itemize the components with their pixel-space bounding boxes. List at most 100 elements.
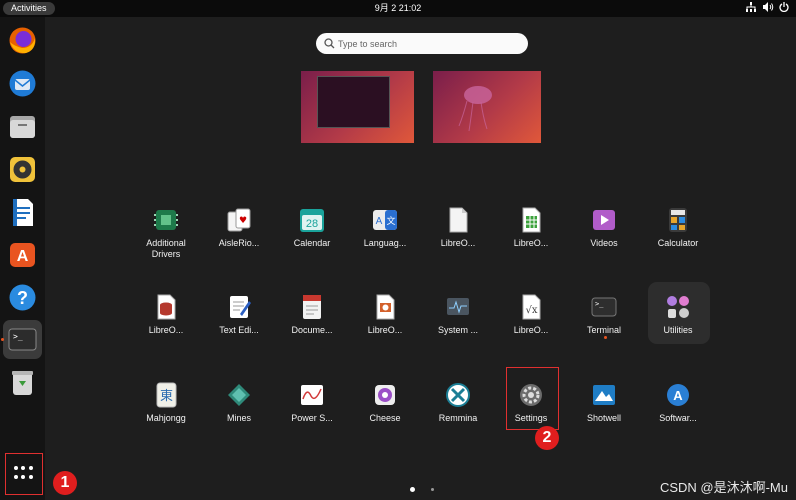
libreoffice-base-icon <box>152 293 180 321</box>
workspace-thumbnail-2[interactable] <box>433 71 541 143</box>
grid-icon <box>14 466 34 482</box>
app-libreo-13[interactable]: √x LibreO... <box>494 283 568 353</box>
app-aislerio-1[interactable]: ♥ AisleRio... <box>202 196 276 266</box>
app-label: LibreO... <box>148 325 184 335</box>
app-calculator-7[interactable]: Calculator <box>641 196 715 266</box>
help-icon[interactable]: ? <box>6 281 39 314</box>
app-label: Mahjongg <box>146 413 186 423</box>
language-icon: A文 <box>371 206 399 234</box>
page-dot-1[interactable] <box>410 487 415 492</box>
app-label: Videos <box>590 238 618 248</box>
calendar-icon: 28 <box>298 206 326 234</box>
app-label: Softwar... <box>659 413 697 423</box>
app-label: AisleRio... <box>218 238 260 248</box>
app-center-icon[interactable]: A <box>6 238 39 271</box>
search-bar[interactable] <box>316 33 528 54</box>
app-languag-3[interactable]: A 文 Languag... <box>348 196 422 266</box>
app-libreo-11[interactable]: LibreO... <box>348 283 422 353</box>
files-icon[interactable] <box>6 110 39 143</box>
app-label: LibreO... <box>367 325 403 335</box>
text-editor-icon <box>225 293 253 321</box>
workspace-thumbnail-1[interactable] <box>301 71 414 143</box>
calculator-icon <box>664 206 692 234</box>
software-icon: A <box>664 381 692 409</box>
top-bar: Activities 9月 2 21:02 <box>0 0 796 17</box>
svg-text:>_: >_ <box>595 300 604 308</box>
running-indicator <box>1 338 4 341</box>
clock[interactable]: 9月 2 21:02 <box>0 0 796 17</box>
app-shotwell-22[interactable]: Shotwell <box>567 371 641 441</box>
app-label: LibreO... <box>513 238 549 248</box>
svg-text:>_: >_ <box>13 332 23 341</box>
terminal-window-preview[interactable] <box>317 76 390 128</box>
app-label: LibreO... <box>513 325 549 335</box>
settings-highlight-box <box>506 367 559 430</box>
app-label: Cheese <box>369 413 401 423</box>
app-mahjongg-16[interactable]: 東 Mahjongg <box>129 371 203 441</box>
system-monitor-icon <box>444 293 472 321</box>
svg-text:文: 文 <box>386 215 395 227</box>
app-label: LibreO... <box>440 238 476 248</box>
callout-1: 1 <box>53 471 77 495</box>
libreoffice-math-icon: √x <box>517 293 545 321</box>
cards-icon: ♥ <box>225 206 253 234</box>
app-cheese-19[interactable]: Cheese <box>348 371 422 441</box>
app-remmina-20[interactable]: Remmina <box>421 371 495 441</box>
svg-text:A: A <box>17 248 29 265</box>
app-label: System ... <box>437 325 478 335</box>
svg-text:?: ? <box>17 288 28 308</box>
videos-icon <box>590 206 618 234</box>
app-power-s-18[interactable]: Power S... <box>275 371 349 441</box>
svg-text:東: 東 <box>160 388 173 404</box>
app-softwar-23[interactable]: A Softwar... <box>641 371 715 441</box>
svg-text:♥: ♥ <box>239 216 247 226</box>
app-system-12[interactable]: System ... <box>421 283 495 353</box>
app-label: Docume... <box>291 325 333 335</box>
app-label: Additional Drivers <box>146 238 186 259</box>
network-icon[interactable] <box>745 2 757 15</box>
app-label: Languag... <box>363 238 407 248</box>
app-label: Mines <box>226 413 251 423</box>
watermark: CSDN @是沐沐啊-Mu <box>659 480 788 495</box>
terminal-icon[interactable]: >_ <box>6 323 39 356</box>
app-docume-10[interactable]: Docume... <box>275 283 349 353</box>
app-label: Remmina <box>438 413 478 423</box>
app-libreo-4[interactable]: LibreO... <box>421 196 495 266</box>
app-calendar-2[interactable]: 28 Calendar <box>275 196 349 266</box>
app-mines-17[interactable]: Mines <box>202 371 276 441</box>
libreoffice-writer-icon[interactable] <box>6 196 39 229</box>
power-icon[interactable] <box>778 2 790 15</box>
app-utilities-15[interactable]: Utilities <box>641 283 715 353</box>
show-applications-button[interactable] <box>5 453 43 495</box>
app-label: Power S... <box>291 413 333 423</box>
svg-text:√x: √x <box>525 305 537 316</box>
search-icon <box>324 38 335 49</box>
rhythmbox-icon[interactable] <box>6 153 39 186</box>
mahjongg-icon: 東 <box>152 381 180 409</box>
app-label: Text Edi... <box>219 325 259 335</box>
firefox-icon[interactable] <box>6 24 39 57</box>
app-label: Shotwell <box>586 413 622 423</box>
thunderbird-icon[interactable] <box>6 67 39 100</box>
volume-icon[interactable] <box>762 2 774 15</box>
terminal-icon: >_ <box>590 293 618 321</box>
libreoffice-impress-icon <box>371 293 399 321</box>
mines-icon <box>225 381 253 409</box>
chip-icon <box>152 206 180 234</box>
cheese-icon <box>371 381 399 409</box>
app-videos-6[interactable]: Videos <box>567 196 641 266</box>
app-label: Utilities <box>663 325 693 335</box>
svg-text:A: A <box>673 388 683 403</box>
callout-2: 2 <box>535 426 559 450</box>
terminal-running-indicator <box>604 336 607 339</box>
app-text-edi-9[interactable]: Text Edi... <box>202 283 276 353</box>
utilities-folder-icon <box>664 293 692 321</box>
app-libreo-8[interactable]: LibreO... <box>129 283 203 353</box>
libreoffice-icon <box>444 206 472 234</box>
page-dot-2[interactable] <box>431 488 434 491</box>
search-input[interactable] <box>338 35 518 52</box>
app-additional-drivers-0[interactable]: Additional Drivers <box>129 196 203 266</box>
trash-icon[interactable] <box>6 366 39 399</box>
app-terminal-14[interactable]: >_ Terminal <box>567 283 641 353</box>
app-libreo-5[interactable]: LibreO... <box>494 196 568 266</box>
